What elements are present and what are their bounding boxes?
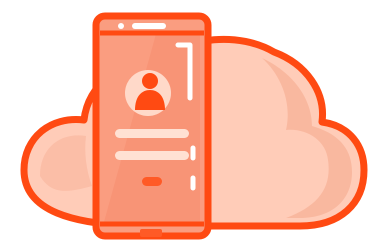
illustration-canvas <box>20 12 368 240</box>
cloud-profile-illustration <box>0 0 374 240</box>
smartphone-icon <box>92 12 212 240</box>
profile-line-2 <box>115 151 189 160</box>
phone-home-button <box>140 229 162 237</box>
profile-action-pill <box>142 177 162 186</box>
user-avatar-icon <box>125 70 171 116</box>
phone-speaker <box>132 23 166 29</box>
profile-line-1 <box>115 129 189 138</box>
phone-camera <box>118 23 124 29</box>
avatar-head <box>142 73 158 89</box>
